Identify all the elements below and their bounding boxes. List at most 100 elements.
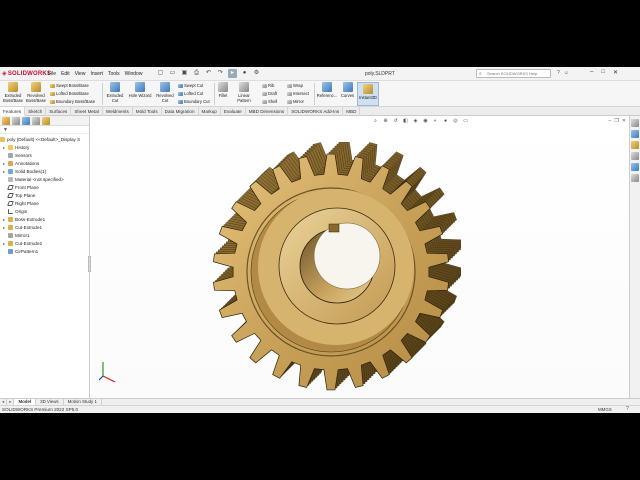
- instant3d-button[interactable]: Instant3D: [357, 82, 379, 106]
- save-icon[interactable]: ▣: [180, 69, 189, 78]
- display-style-icon[interactable]: ◉: [422, 118, 429, 125]
- open-icon[interactable]: ▭: [168, 69, 177, 78]
- unit-system[interactable]: MMGS: [598, 407, 612, 412]
- configuration-manager-tab-icon[interactable]: [22, 117, 30, 125]
- graphics-area[interactable]: ⌕ ⊕ ↺ ◧ ◈ ◉ ◐ ● ◎ ▭ – ❐ ✕: [91, 116, 629, 398]
- new-document-icon[interactable]: ▢: [156, 69, 165, 78]
- tab-mbd-dimensions[interactable]: MBD Dimensions: [246, 107, 289, 116]
- tree-item[interactable]: ▸ Annotations: [0, 160, 89, 168]
- hide-show-items-icon[interactable]: ◐: [432, 118, 439, 125]
- swept-boss-button[interactable]: Swept Boss/Base: [50, 83, 89, 88]
- tree-item[interactable]: Right Plane: [0, 200, 89, 208]
- tab-features[interactable]: Features: [0, 107, 26, 116]
- reference-geometry-button[interactable]: Referenc...: [316, 82, 338, 98]
- extruded-boss-button[interactable]: Extruded Boss/Base: [2, 82, 24, 103]
- tree-item[interactable]: Origin: [0, 208, 89, 216]
- gear-model-drawing[interactable]: [201, 139, 463, 402]
- solidworks-logo[interactable]: ◈SOLIDWORKS: [2, 70, 51, 77]
- hole-wizard-button[interactable]: Hole Wizard: [127, 82, 153, 98]
- fillet-button[interactable]: Fillet: [215, 82, 231, 98]
- tab-sketch[interactable]: Sketch: [25, 107, 47, 116]
- tree-item[interactable]: CirPattern1: [0, 248, 89, 256]
- tree-item[interactable]: Material <not specified>: [0, 176, 89, 184]
- boundary-cut-button[interactable]: Boundary Cut: [178, 99, 210, 104]
- tree-item[interactable]: Mirror1: [0, 232, 89, 240]
- file-explorer-icon[interactable]: [631, 141, 639, 149]
- tree-root[interactable]: poly (Default) <<Default>_Display S: [0, 136, 89, 144]
- menu-edit[interactable]: Edit: [61, 71, 70, 77]
- draft-button[interactable]: Draft: [262, 91, 277, 96]
- tab-surfaces[interactable]: Surfaces: [46, 107, 72, 116]
- help-search-input[interactable]: ⌕ Search SOLIDWORKS Help: [476, 69, 551, 78]
- redo-icon[interactable]: ↷: [216, 69, 225, 78]
- viewport-restore-icon[interactable]: ❐: [614, 118, 618, 124]
- zoom-area-icon[interactable]: ⊕: [382, 118, 389, 125]
- display-manager-tab-icon[interactable]: [42, 117, 50, 125]
- lofted-boss-button[interactable]: Lofted Boss/Base: [50, 91, 89, 96]
- tree-item[interactable]: Front Plane: [0, 184, 89, 192]
- menu-window[interactable]: Window: [125, 71, 143, 77]
- rebuild-icon[interactable]: ●: [240, 69, 249, 78]
- tree-item[interactable]: ▸ Cut-Extrude1: [0, 224, 89, 232]
- linear-pattern-button[interactable]: Linear Pattern: [232, 82, 256, 103]
- dimxpert-tab-icon[interactable]: [32, 117, 40, 125]
- menu-tools[interactable]: Tools: [108, 71, 120, 77]
- help-icon[interactable]: ?: [557, 70, 560, 76]
- minimize-icon[interactable]: –: [590, 69, 593, 76]
- tree-item[interactable]: Sensors: [0, 152, 89, 160]
- user-icon[interactable]: ☺: [564, 70, 569, 76]
- viewport-minimize-icon[interactable]: –: [609, 118, 612, 124]
- appearances-icon[interactable]: [631, 163, 639, 171]
- shell-button[interactable]: Shell: [262, 99, 277, 104]
- zoom-to-fit-icon[interactable]: ⌕: [372, 118, 379, 125]
- section-view-icon[interactable]: ◧: [402, 118, 409, 125]
- mirror-button[interactable]: Mirror: [287, 99, 304, 104]
- maximize-icon[interactable]: □: [601, 69, 605, 76]
- viewport-close-icon[interactable]: ✕: [622, 118, 626, 124]
- tab-sheet-metal[interactable]: Sheet Metal: [71, 107, 103, 116]
- tab-mold-tools[interactable]: Mold Tools: [133, 107, 162, 116]
- tab-markup[interactable]: Markup: [199, 107, 221, 116]
- view-palette-icon[interactable]: [631, 152, 639, 160]
- rib-button[interactable]: Rib: [262, 83, 274, 88]
- intersect-button[interactable]: Intersect: [287, 91, 309, 96]
- tab-data-migration[interactable]: Data Migration: [162, 107, 199, 116]
- tree-item[interactable]: ▸ Cut-Extrude2: [0, 240, 89, 248]
- options-gear-icon[interactable]: ⚙: [252, 69, 261, 78]
- gear-model[interactable]: [201, 139, 463, 404]
- menu-view[interactable]: View: [75, 71, 86, 77]
- undo-icon[interactable]: ↶: [204, 69, 213, 78]
- swept-cut-button[interactable]: Swept Cut: [178, 83, 203, 88]
- close-icon[interactable]: ✕: [613, 69, 618, 76]
- filter-icon[interactable]: ▼: [0, 126, 89, 134]
- tree-item[interactable]: ▸ History: [0, 144, 89, 152]
- solidworks-resources-icon[interactable]: [631, 119, 639, 127]
- select-cursor-icon[interactable]: ▸: [228, 69, 237, 78]
- curves-button[interactable]: Curves: [339, 82, 356, 98]
- tree-item[interactable]: Top Plane: [0, 192, 89, 200]
- lofted-cut-button[interactable]: Lofted Cut: [178, 91, 203, 96]
- print-icon[interactable]: ⎙: [192, 69, 201, 78]
- boundary-boss-button[interactable]: Boundary Boss/Base: [50, 99, 95, 104]
- edit-appearance-icon[interactable]: ●: [442, 118, 449, 125]
- tab-evaluate[interactable]: Evaluate: [221, 107, 246, 116]
- apply-scene-icon[interactable]: ◎: [452, 118, 459, 125]
- view-orientation-icon[interactable]: ◈: [412, 118, 419, 125]
- feature-tree-tab-icon[interactable]: [2, 117, 10, 125]
- design-library-icon[interactable]: [631, 130, 639, 138]
- menu-file[interactable]: File: [48, 71, 56, 77]
- property-manager-tab-icon[interactable]: [12, 117, 20, 125]
- tree-item[interactable]: ▸ Boss-Extrude1: [0, 216, 89, 224]
- menu-insert[interactable]: Insert: [90, 71, 103, 77]
- custom-properties-icon[interactable]: [631, 174, 639, 182]
- tab-addins[interactable]: SOLIDWORKS Add-Ins: [288, 107, 344, 116]
- tree-item[interactable]: ▸ Solid Bodies(1): [0, 168, 89, 176]
- status-help-icon[interactable]: ?: [626, 406, 629, 412]
- revolved-boss-button[interactable]: Revolved Boss/Base: [25, 82, 47, 103]
- tab-mbd[interactable]: MBD: [343, 107, 361, 116]
- view-settings-icon[interactable]: ▭: [462, 118, 469, 125]
- revolved-cut-button[interactable]: Revolved Cut: [154, 82, 176, 103]
- extruded-cut-button[interactable]: Extruded Cut: [104, 82, 126, 103]
- wrap-button[interactable]: Wrap: [287, 83, 303, 88]
- tab-weldments[interactable]: Weldments: [103, 107, 133, 116]
